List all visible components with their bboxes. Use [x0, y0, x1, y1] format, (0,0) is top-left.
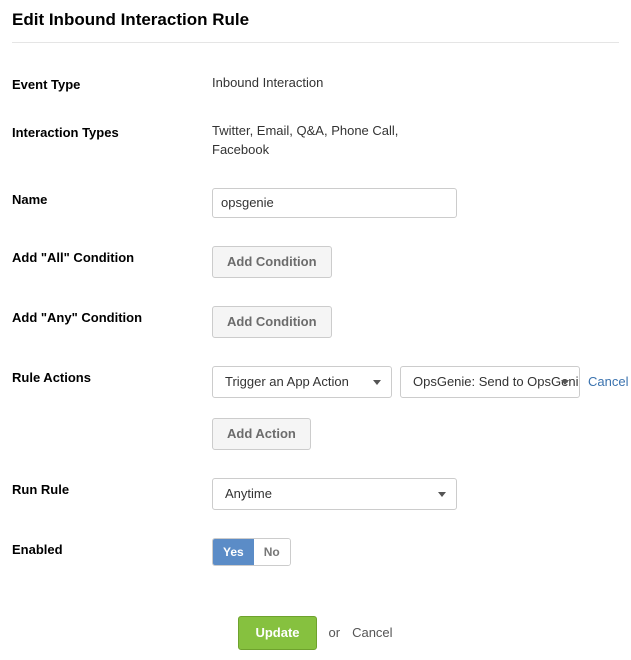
enabled-yes-option[interactable]: Yes [213, 539, 254, 565]
event-type-value: Inbound Interaction [212, 73, 323, 93]
add-all-condition-label: Add "All" Condition [12, 246, 212, 265]
app-action-select[interactable]: OpsGenie: Send to OpsGenie [400, 366, 580, 398]
event-type-label: Event Type [12, 73, 212, 92]
name-label: Name [12, 188, 212, 207]
enabled-label: Enabled [12, 538, 212, 557]
enabled-no-option[interactable]: No [254, 539, 290, 565]
footer-or-text: or [329, 625, 341, 640]
page-title: Edit Inbound Interaction Rule [12, 10, 619, 30]
add-all-condition-button[interactable]: Add Condition [212, 246, 332, 278]
chevron-down-icon [438, 492, 446, 497]
action-type-value: Trigger an App Action [225, 374, 349, 389]
name-input[interactable] [212, 188, 457, 218]
enabled-toggle[interactable]: Yes No [212, 538, 291, 566]
footer-cancel-link[interactable]: Cancel [352, 625, 392, 640]
action-type-select[interactable]: Trigger an App Action [212, 366, 392, 398]
interaction-types-value: Twitter, Email, Q&A, Phone Call, Faceboo… [212, 121, 442, 160]
run-rule-select[interactable]: Anytime [212, 478, 457, 510]
add-action-button[interactable]: Add Action [212, 418, 311, 450]
app-action-value: OpsGenie: Send to OpsGenie [413, 374, 580, 389]
chevron-down-icon [561, 380, 569, 385]
run-rule-label: Run Rule [12, 478, 212, 497]
add-any-condition-button[interactable]: Add Condition [212, 306, 332, 338]
interaction-types-label: Interaction Types [12, 121, 212, 140]
update-button[interactable]: Update [238, 616, 316, 650]
rule-actions-label: Rule Actions [12, 366, 212, 385]
rule-action-cancel-link[interactable]: Cancel [588, 374, 628, 389]
header-divider [12, 42, 619, 43]
chevron-down-icon [373, 380, 381, 385]
run-rule-value: Anytime [225, 486, 272, 501]
add-any-condition-label: Add "Any" Condition [12, 306, 212, 325]
